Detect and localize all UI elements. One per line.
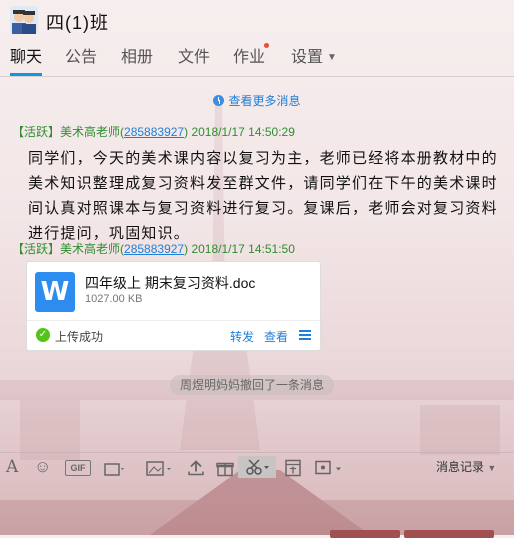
- group-title: 四(1)班: [46, 13, 109, 33]
- file-message-card[interactable]: W 四年级上 期末复习资料.doc 1027.00 KB ✓ 上传成功 转发 查…: [26, 261, 321, 351]
- send-button[interactable]: [404, 530, 494, 538]
- view-button[interactable]: 查看: [264, 328, 288, 345]
- file-size: 1027.00 KB: [85, 293, 143, 305]
- system-notice: 周煜明妈妈撤回了一条消息: [170, 375, 335, 395]
- message-text: 同学们，今天的美术课内容以复习为主，老师已经将本册教材中的美术知识整理成复习资料…: [28, 149, 498, 242]
- file-card-divider: [27, 320, 320, 321]
- sender-name[interactable]: 美术高老师: [60, 242, 120, 256]
- image-icon[interactable]: [146, 459, 174, 479]
- wps-doc-icon: W: [35, 272, 75, 312]
- menu-icon[interactable]: [299, 330, 311, 340]
- tab-settings-label: 设置: [291, 49, 324, 66]
- message-history-button[interactable]: 消息记录 ▼: [436, 458, 496, 475]
- title-bar: 四(1)班: [0, 0, 514, 40]
- emoji-icon[interactable]: ☺: [34, 457, 51, 477]
- sender-qq-link[interactable]: 285883927: [124, 242, 184, 256]
- homework-notification-dot: [264, 43, 269, 48]
- chevron-down-icon: ▼: [327, 52, 337, 63]
- tab-album[interactable]: 相册: [121, 42, 153, 74]
- screenshot-icon[interactable]: [104, 459, 126, 479]
- tab-chat[interactable]: 聊天: [10, 42, 43, 76]
- member-tag: 【活跃】: [12, 242, 61, 256]
- load-more-label: 查看更多消息: [228, 94, 301, 108]
- tab-homework-label: 作业: [233, 49, 266, 66]
- load-more-messages-link[interactable]: 查看更多消息: [0, 92, 514, 109]
- file-name: 四年级上 期末复习资料.doc: [85, 275, 256, 291]
- gif-icon[interactable]: GIF: [65, 460, 91, 476]
- sender-name[interactable]: 美术高老师: [60, 125, 120, 139]
- group-avatar-icon: [10, 6, 38, 34]
- tab-announcements[interactable]: 公告: [65, 42, 97, 74]
- message-history-label: 消息记录: [436, 460, 485, 474]
- clock-icon: [213, 95, 225, 106]
- forward-button[interactable]: 转发: [230, 328, 254, 345]
- message-time: 2018/1/17 14:51:50: [191, 242, 295, 256]
- tab-divider: [0, 76, 514, 77]
- member-tag: 【活跃】: [12, 125, 61, 139]
- tab-homework[interactable]: 作业: [233, 42, 265, 74]
- message-input[interactable]: [0, 482, 514, 535]
- more-tools-icon[interactable]: [314, 458, 344, 478]
- tab-files[interactable]: 文件: [178, 42, 210, 74]
- upload-status: 上传成功: [55, 330, 104, 344]
- tab-settings[interactable]: 设置 ▼: [291, 42, 337, 74]
- check-circle-icon: ✓: [36, 328, 50, 342]
- message-header: 【活跃】美术高老师(285883927) 2018/1/17 14:51:50: [12, 242, 295, 256]
- scissors-screenshot-button[interactable]: [238, 456, 276, 478]
- close-button[interactable]: [330, 530, 400, 538]
- sender-qq-link[interactable]: 285883927: [124, 125, 184, 139]
- gift-icon[interactable]: [216, 458, 234, 478]
- font-icon[interactable]: A: [6, 457, 18, 477]
- input-toolbar: A ☺ GIF 消息记录 ▼: [0, 452, 514, 481]
- message-header: 【活跃】美术高老师(285883927) 2018/1/17 14:50:29: [12, 125, 295, 139]
- chevron-down-icon: ▼: [487, 463, 497, 473]
- red-packet-icon[interactable]: [284, 458, 302, 478]
- message-time: 2018/1/17 14:50:29: [191, 125, 295, 139]
- scissors-icon: [246, 459, 269, 475]
- upload-icon[interactable]: [188, 458, 204, 478]
- tab-bar: 聊天 公告 相册 文件 作业 设置 ▼: [0, 42, 514, 76]
